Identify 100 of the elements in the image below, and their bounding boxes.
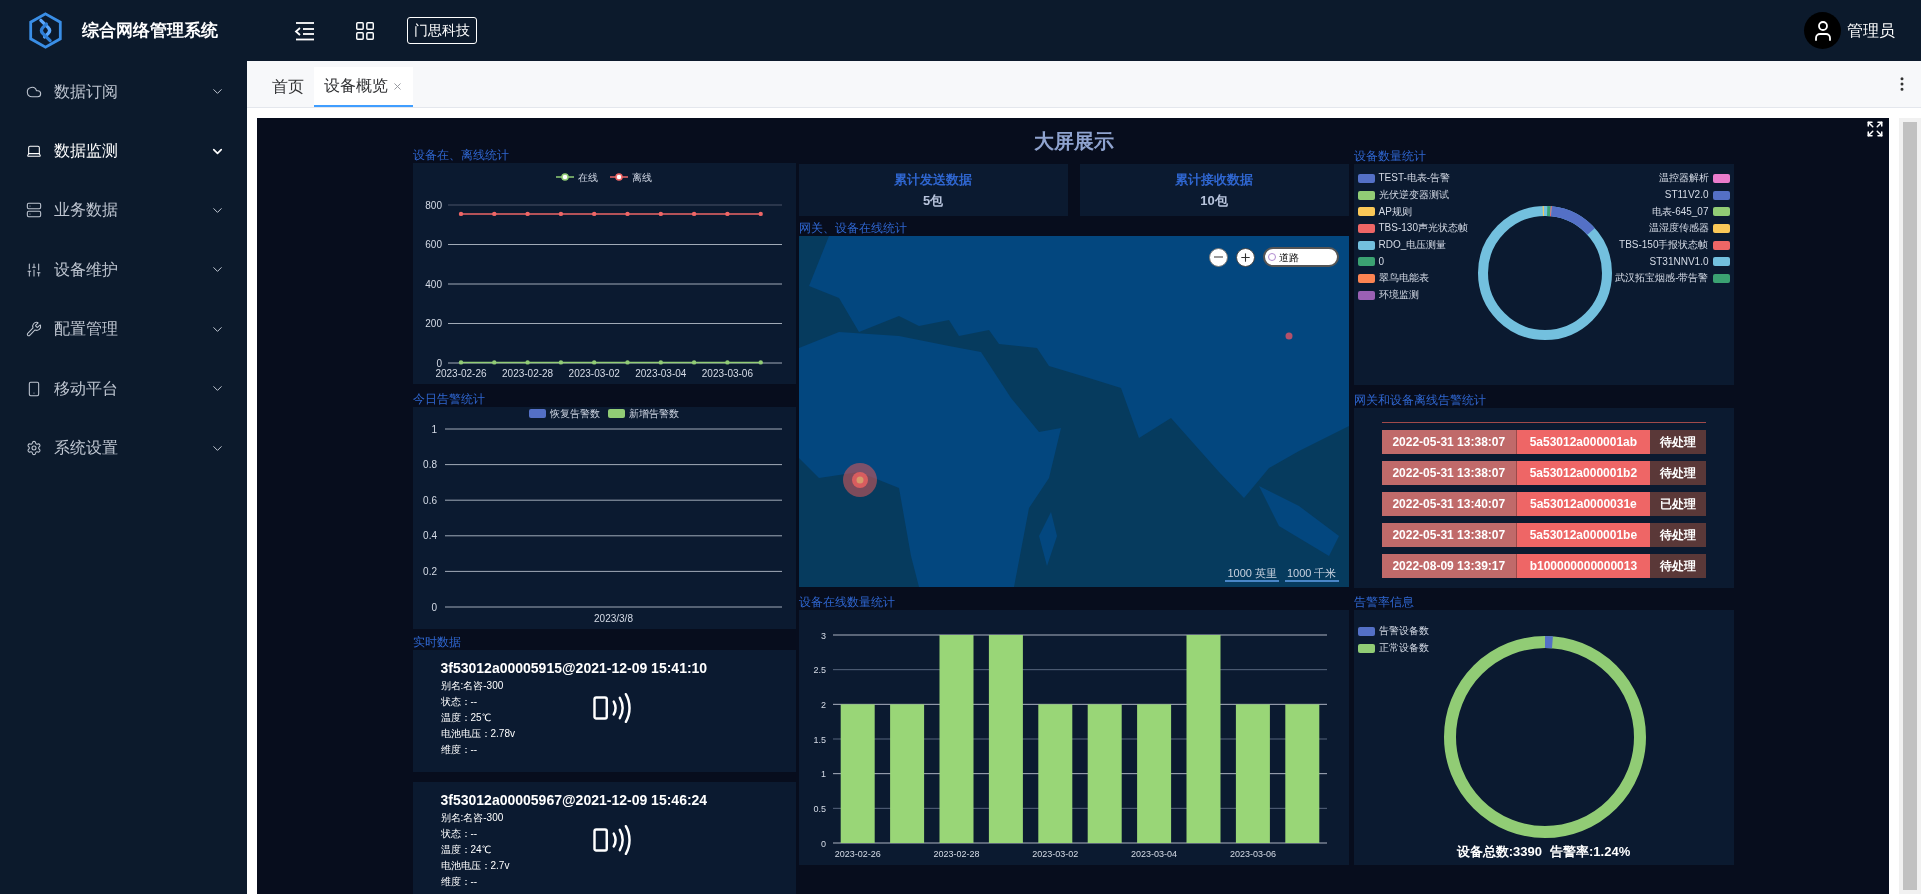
data-point bbox=[724, 212, 730, 217]
device-field: 维度：-- bbox=[440, 874, 478, 890]
sidebar-item[interactable]: 业务数据 bbox=[0, 180, 247, 241]
data-point bbox=[624, 360, 630, 366]
page-tab[interactable]: 首页 bbox=[262, 67, 314, 107]
axis-label: 2023-03-02 bbox=[1031, 849, 1078, 859]
axis-label: 600 bbox=[424, 239, 442, 251]
apps-grid-icon[interactable] bbox=[354, 19, 376, 42]
axis-label: 0 bbox=[430, 601, 437, 613]
section-title: 告警率信息 bbox=[1353, 594, 1414, 610]
data-point bbox=[524, 360, 530, 366]
data-point bbox=[458, 360, 463, 366]
collapse-menu-icon[interactable] bbox=[294, 20, 316, 41]
stat-value: 10包 bbox=[1200, 192, 1228, 210]
axis-label: 0.4 bbox=[422, 530, 437, 541]
alarm-time-cell: 2022-05-31 13:38:07 bbox=[1381, 523, 1517, 547]
device-field: 别名:名咨-300 bbox=[440, 810, 504, 826]
data-point bbox=[558, 212, 563, 217]
data-point bbox=[658, 212, 663, 217]
legend-label: AP规则 bbox=[1378, 205, 1412, 218]
page-tab[interactable]: 设备概览 bbox=[314, 67, 413, 107]
sidebar-item[interactable]: 数据监测 bbox=[0, 121, 247, 181]
alarm-time-cell: 2022-05-31 13:38:07 bbox=[1381, 430, 1517, 454]
app-title: 综合网络管理系统 bbox=[82, 19, 218, 42]
sidebar-item[interactable]: 系统设置 bbox=[0, 418, 247, 478]
axis-label: 800 bbox=[424, 199, 442, 211]
data-point bbox=[491, 212, 496, 217]
legend-label: 温控器解析 bbox=[1658, 172, 1709, 185]
alarm-status-cell: 已处理 bbox=[1649, 492, 1706, 516]
sidebar-item[interactable]: 数据订阅 bbox=[0, 62, 247, 122]
axis-label: 2 bbox=[820, 699, 826, 710]
legend-label: 环境监测 bbox=[1378, 289, 1419, 302]
axis-label: 2023-02-26 bbox=[834, 849, 881, 859]
section-title: 网关和设备离线告警统计 bbox=[1353, 392, 1486, 408]
alarm-device-cell: 5a53012a000001b2 bbox=[1516, 461, 1650, 485]
axis-label: 2023/3/8 bbox=[593, 612, 633, 624]
device-field: 别名:名咨-300 bbox=[440, 678, 504, 694]
axis-label: 400 bbox=[424, 278, 442, 290]
data-point bbox=[658, 360, 663, 366]
axis-label: 2023-03-06 bbox=[1229, 849, 1276, 859]
device-field: 维度：-- bbox=[440, 742, 478, 758]
alarm-device-cell: 5a53012a000001be bbox=[1516, 523, 1650, 547]
legend-label: 告警设备数 bbox=[1378, 625, 1429, 638]
sliders-icon bbox=[26, 261, 42, 278]
device-field: 电池电压：2.7v bbox=[440, 858, 510, 874]
sidebar-item[interactable]: 设备维护 bbox=[0, 240, 247, 300]
alarm-status-cell: 待处理 bbox=[1649, 523, 1706, 547]
map-scale: 1000 英里 bbox=[1225, 567, 1279, 582]
laptop-icon bbox=[26, 143, 42, 160]
phone-icon bbox=[26, 380, 42, 397]
stat-label: 累计接收数据 bbox=[1175, 170, 1253, 189]
company-button[interactable]: 门思科技 bbox=[407, 17, 477, 44]
device-field: 温度：25℃ bbox=[440, 710, 491, 726]
user-name[interactable]: 管理员 bbox=[1847, 18, 1895, 43]
alarm-time-cell: 2022-05-31 13:40:07 bbox=[1381, 492, 1517, 516]
section-title: 设备在、离线统计 bbox=[412, 147, 509, 164]
user-avatar[interactable] bbox=[1804, 12, 1841, 49]
alarm-status-cell: 待处理 bbox=[1649, 554, 1706, 578]
data-point bbox=[591, 212, 596, 217]
close-icon[interactable] bbox=[392, 80, 403, 92]
legend-label: ST31NNV1.0 bbox=[1649, 255, 1709, 268]
alarm-status-cell: 待处理 bbox=[1649, 461, 1706, 485]
device-title: 3f53012a00005967@2021-12-09 15:46:24 bbox=[440, 791, 708, 809]
alarm-time-cell: 2022-05-31 13:38:07 bbox=[1381, 461, 1517, 485]
legend-label: 离线 bbox=[632, 170, 652, 185]
data-point bbox=[758, 212, 763, 217]
section-title: 网关、设备在线统计 bbox=[798, 220, 907, 236]
total-devices-text: 设备总数:3390 bbox=[1456, 842, 1542, 861]
alarm-device-cell: b100000000000013 bbox=[1516, 554, 1650, 578]
alarm-time-cell: 2022-08-09 13:39:17 bbox=[1381, 554, 1517, 578]
legend-label: ST11V2.0 bbox=[1664, 189, 1709, 202]
axis-label: 1.5 bbox=[813, 734, 826, 745]
scrollbar[interactable] bbox=[1899, 118, 1921, 894]
minus-icon bbox=[1213, 256, 1223, 258]
alarm-rate-text: 告警率:1.24% bbox=[1550, 842, 1631, 861]
axis-label: 2023-03-04 bbox=[634, 368, 686, 380]
stat-label: 累计发送数据 bbox=[894, 170, 972, 189]
legend-label: 武汉拓宝烟感-带告警 bbox=[1615, 272, 1709, 285]
device-field: 电池电压：2.78v bbox=[440, 726, 515, 742]
section-title: 设备在线数量统计 bbox=[798, 594, 895, 610]
section-title: 今日告警统计 bbox=[412, 390, 485, 407]
map-marker-icon bbox=[842, 463, 877, 497]
stat-value: 5包 bbox=[922, 192, 944, 210]
map-marker-icon bbox=[1285, 332, 1292, 340]
settings-icon bbox=[26, 440, 42, 457]
axis-label: 2023-03-02 bbox=[568, 368, 620, 380]
axis-label: 0.5 bbox=[813, 803, 826, 814]
legend-label: 恢复告警数 bbox=[550, 407, 600, 420]
legend-label: RDO_电压测量 bbox=[1378, 239, 1447, 252]
data-point bbox=[591, 360, 596, 366]
axis-label: 0.2 bbox=[422, 565, 437, 577]
sidebar-item[interactable]: 配置管理 bbox=[0, 299, 247, 359]
fullscreen-icon[interactable] bbox=[1866, 120, 1884, 138]
logo-icon bbox=[27, 12, 64, 49]
plus-icon bbox=[1238, 250, 1252, 264]
sidebar-item[interactable]: 移动平台 bbox=[0, 358, 247, 419]
road-layer-toggle[interactable]: 道路 bbox=[1262, 247, 1339, 267]
axis-label: 2023-02-28 bbox=[933, 849, 979, 859]
device-field: 温度：24℃ bbox=[440, 842, 491, 858]
axis-label: 1 bbox=[820, 769, 826, 780]
